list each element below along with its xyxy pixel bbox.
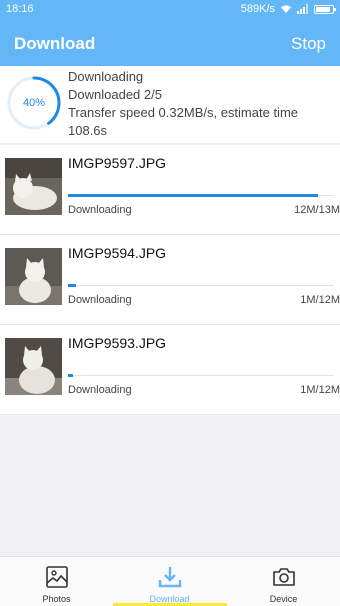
tab-photos[interactable]: Photos [0, 557, 113, 606]
tab-photos-label: Photos [42, 594, 71, 604]
net-speed: 589K/s [240, 3, 275, 15]
list-item[interactable]: IMGP9597.JPG Downloading 12M/13M [0, 145, 340, 235]
list-item[interactable]: IMGP9593.JPG Downloading 1M/12M [0, 325, 340, 415]
tab-download[interactable]: Download [113, 557, 226, 606]
progress-fill [68, 194, 319, 197]
item-status: Downloading [68, 294, 132, 306]
progress-track [68, 374, 334, 377]
status-right: 589K/s [240, 3, 336, 15]
status-time: 18:16 [6, 3, 34, 15]
item-size: 1M/12M [300, 294, 340, 306]
download-summary: 40% Downloading Downloaded 2/5 Transfer … [0, 66, 340, 144]
progress-fill [68, 374, 74, 377]
file-name: IMGP9594.JPG [68, 245, 167, 261]
file-name: IMGP9593.JPG [68, 335, 167, 351]
tab-device[interactable]: Device [227, 557, 340, 606]
wifi-icon [281, 5, 291, 13]
summary-state: Downloading [68, 69, 144, 84]
download-icon [158, 567, 182, 588]
item-size: 12M/13M [294, 204, 340, 216]
thumbnail-image [5, 248, 62, 305]
stop-button[interactable]: Stop [291, 34, 326, 54]
status-bar: 18:16 589K/s [0, 0, 340, 20]
summary-speed: Transfer speed 0.32MB/s, estimate time [68, 105, 299, 120]
app-bar: Download Stop [0, 20, 340, 66]
signal-icon [297, 4, 308, 14]
tab-device-label: Device [269, 594, 298, 604]
page-title: Download [14, 34, 96, 53]
progress-fill [68, 284, 76, 287]
battery-icon [314, 4, 336, 14]
thumbnail-image [5, 158, 62, 215]
summary-time: 108.6s [68, 123, 108, 138]
progress-track [68, 284, 334, 287]
summary-count: Downloaded 2/5 [68, 87, 162, 102]
list-item[interactable]: IMGP9594.JPG Downloading 1M/12M [0, 235, 340, 325]
item-size: 1M/12M [300, 384, 340, 396]
camera-icon [273, 568, 295, 586]
progress-percent: 40% [22, 97, 46, 109]
photos-icon [46, 566, 68, 588]
thumbnail-image [5, 338, 62, 395]
progress-track [68, 194, 334, 197]
item-status: Downloading [68, 204, 132, 216]
file-name: IMGP9597.JPG [68, 155, 167, 171]
item-status: Downloading [68, 384, 132, 396]
bottom-navigation: Photos Download Device [0, 556, 340, 606]
download-list: IMGP9597.JPG Downloading 12M/13M IMGP959… [0, 145, 340, 415]
